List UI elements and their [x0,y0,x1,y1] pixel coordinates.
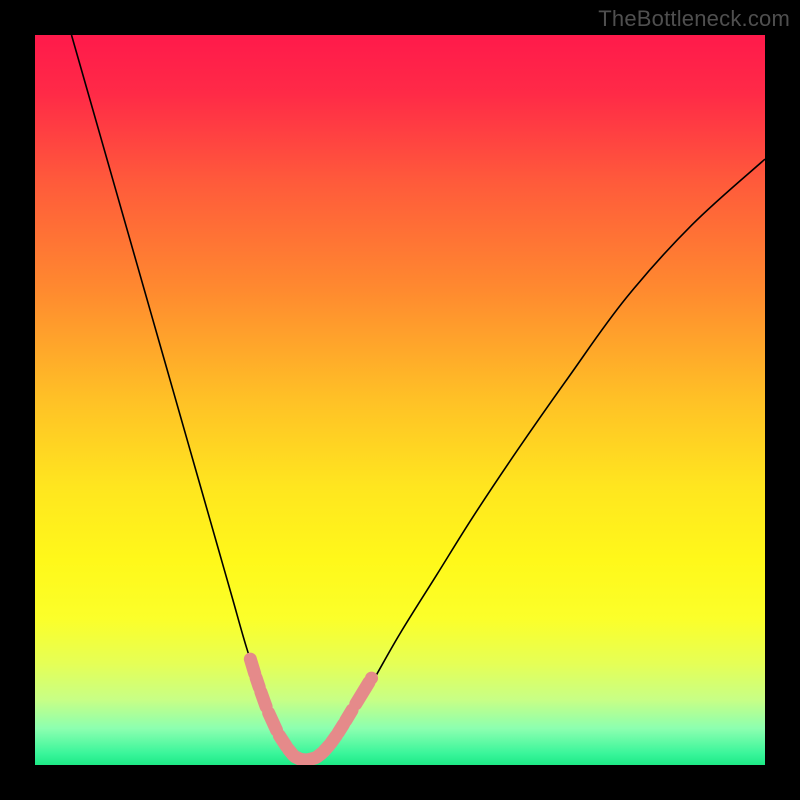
marker-segment [261,692,266,707]
plot-area [35,35,765,765]
watermark-text: TheBottleneck.com [598,6,790,32]
marker-segment [346,710,352,721]
marker-end-dot [365,672,378,685]
chart-svg [35,35,765,765]
gradient-background [35,35,765,765]
marker-end-dot [244,653,257,666]
marker-segment [269,713,277,730]
chart-frame: TheBottleneck.com [0,0,800,800]
